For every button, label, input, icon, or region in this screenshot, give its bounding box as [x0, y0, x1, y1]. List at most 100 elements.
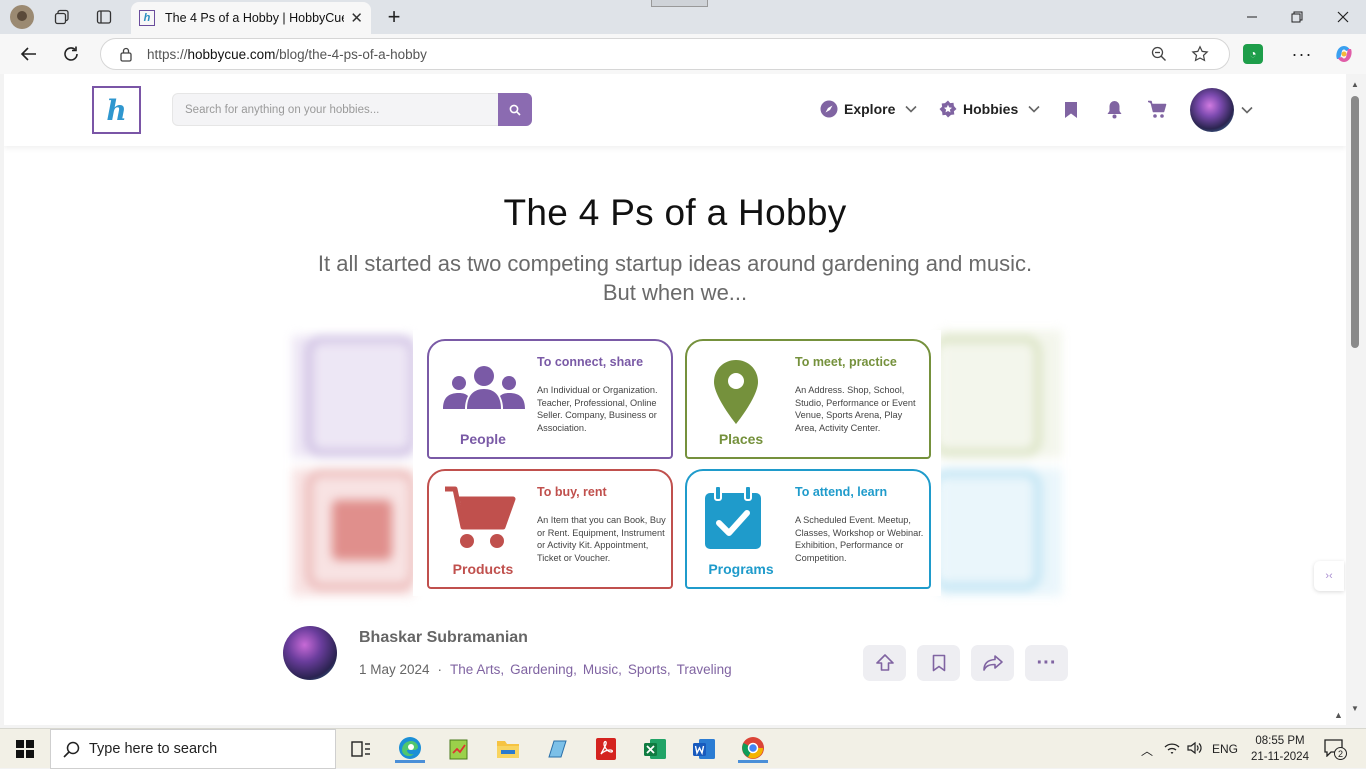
- card-products: Products To buy, rent An Item that you c…: [427, 469, 673, 589]
- card-places: Places To meet, practice An Address. Sho…: [685, 339, 931, 459]
- extension-icon[interactable]: ◔: [1243, 44, 1263, 64]
- active-tab[interactable]: h The 4 Ps of a Hobby | HobbyCue ✕: [131, 2, 371, 34]
- minimize-icon[interactable]: [1240, 5, 1264, 29]
- explore-label: Explore: [844, 101, 896, 117]
- network-icon[interactable]: [1164, 741, 1180, 760]
- search-icon: [509, 104, 521, 116]
- tag-link[interactable]: Gardening,: [510, 662, 577, 677]
- compass-icon: [820, 100, 838, 118]
- cart-icon[interactable]: [1147, 100, 1167, 124]
- file-explorer-icon[interactable]: [493, 735, 523, 763]
- refresh-icon[interactable]: [58, 41, 84, 67]
- search-button[interactable]: [498, 93, 532, 126]
- chevron-down-icon: [1028, 105, 1040, 113]
- author-avatar[interactable]: [283, 626, 337, 680]
- card-heading: To connect, share: [537, 355, 644, 369]
- notification-bell-icon[interactable]: [1106, 100, 1123, 124]
- url-domain: hobbycue.com: [187, 46, 276, 62]
- back-arrow-icon[interactable]: [16, 41, 42, 67]
- notification-center-icon[interactable]: 2: [1324, 739, 1347, 762]
- publish-date: 1 May 2024: [359, 662, 430, 677]
- card-text: An Individual or Organization. Teacher, …: [537, 385, 658, 433]
- close-tab-icon[interactable]: ✕: [350, 9, 363, 27]
- notepad-app-icon[interactable]: [444, 735, 474, 763]
- close-window-icon[interactable]: [1331, 5, 1355, 29]
- people-icon: [443, 366, 525, 409]
- tag-link[interactable]: Traveling: [677, 662, 732, 677]
- share-arrow-icon: [982, 655, 1003, 671]
- bookmark-button[interactable]: [917, 645, 960, 681]
- notification-count: 2: [1334, 747, 1347, 760]
- new-tab-icon[interactable]: +: [382, 4, 406, 29]
- edge-browser-icon[interactable]: [395, 735, 425, 763]
- clock-date: 21-11-2024: [1251, 751, 1309, 763]
- drag-handle[interactable]: [651, 0, 708, 7]
- hobbies-menu[interactable]: Hobbies: [939, 100, 1040, 118]
- zoom-out-icon[interactable]: [1151, 46, 1167, 62]
- page-scrollbar[interactable]: ▲ ▼: [1346, 74, 1366, 725]
- favorite-star-icon[interactable]: [1191, 45, 1209, 63]
- task-view-icon[interactable]: [346, 735, 376, 763]
- article-subtitle: It all started as two competing startup …: [317, 251, 1033, 305]
- tag-link[interactable]: The Arts,: [450, 662, 504, 677]
- tag-link[interactable]: Sports,: [628, 662, 671, 677]
- taskbar-search-input[interactable]: Type here to search: [50, 729, 336, 769]
- hobbycue-logo[interactable]: h: [92, 86, 141, 134]
- address-bar[interactable]: https://hobbycue.com/blog/the-4-ps-of-a-…: [100, 38, 1230, 70]
- taskbar-search-text: Type here to search: [89, 741, 218, 757]
- show-hidden-icons-icon[interactable]: ︿: [1141, 742, 1153, 759]
- card-text: A Scheduled Event. Meetup, Classes, Work…: [795, 515, 924, 563]
- browser-tab-bar: h The 4 Ps of a Hobby | HobbyCue ✕ +: [0, 0, 1366, 34]
- meta-separator: ·: [437, 662, 443, 677]
- excel-icon[interactable]: [640, 735, 670, 763]
- lock-icon[interactable]: [119, 46, 133, 62]
- scroll-down-icon[interactable]: ▼: [1351, 704, 1359, 713]
- web-page: h Search for anything on your hobbies...…: [4, 74, 1346, 725]
- windows-start-icon[interactable]: [10, 735, 40, 763]
- hobbies-badge-icon: [939, 100, 957, 118]
- share-button[interactable]: [971, 645, 1014, 681]
- profile-avatar[interactable]: [10, 5, 34, 29]
- blurred-left-edge: [292, 330, 416, 596]
- search-input[interactable]: Search for anything on your hobbies...: [172, 93, 532, 126]
- shopping-cart-icon: [445, 486, 516, 548]
- url-path: /blog/the-4-ps-of-a-hobby: [275, 46, 427, 62]
- chevron-down-icon[interactable]: [1241, 106, 1253, 114]
- user-avatar[interactable]: [1190, 88, 1234, 132]
- more-options-button[interactable]: ···: [1025, 645, 1068, 681]
- site-header: h Search for anything on your hobbies...…: [4, 74, 1346, 146]
- tab-actions-icon[interactable]: [92, 5, 116, 29]
- card-name: People: [460, 431, 506, 447]
- url-prefix: https://: [147, 46, 188, 62]
- restore-icon[interactable]: [1285, 5, 1309, 29]
- bookmark-icon[interactable]: [1064, 101, 1078, 124]
- snip-tool-icon[interactable]: [542, 735, 572, 763]
- upvote-button[interactable]: [863, 645, 906, 681]
- card-text: An Item that you can Book, Buy or Rent. …: [537, 515, 666, 563]
- workspaces-icon[interactable]: [50, 5, 74, 29]
- volume-icon[interactable]: [1187, 741, 1203, 760]
- scroll-top-icon[interactable]: ▲: [1334, 710, 1343, 720]
- hero-image-4ps: People To connect, share An Individual o…: [292, 330, 1062, 596]
- more-menu-icon[interactable]: ···: [1290, 42, 1314, 66]
- article-meta: 1 May 2024 · The Arts, Gardening, Music,…: [359, 662, 732, 677]
- explore-menu[interactable]: Explore: [820, 100, 917, 118]
- card-name: Places: [718, 431, 764, 447]
- scroll-up-icon[interactable]: ▲: [1351, 80, 1359, 89]
- calendar-check-icon: [705, 485, 761, 549]
- clock-time: 08:55 PM: [1255, 735, 1305, 747]
- scrollbar-thumb[interactable]: [1351, 96, 1359, 348]
- hobbies-label: Hobbies: [963, 101, 1019, 117]
- input-language[interactable]: ENG: [1212, 742, 1238, 756]
- chrome-icon[interactable]: [738, 735, 768, 763]
- acrobat-reader-icon[interactable]: [591, 735, 621, 763]
- four-ps-panel: People To connect, share An Individual o…: [413, 330, 941, 596]
- system-clock[interactable]: 08:55 PM 21-11-2024: [1248, 733, 1312, 765]
- card-heading: To buy, rent: [537, 485, 607, 499]
- tag-link[interactable]: Music,: [583, 662, 622, 677]
- copilot-icon[interactable]: [1332, 42, 1356, 66]
- word-icon[interactable]: [689, 735, 719, 763]
- author-name[interactable]: Bhaskar Subramanian: [359, 629, 528, 647]
- side-panel-toggle-icon[interactable]: ›‹: [1314, 561, 1344, 591]
- blurred-right-edge: [931, 330, 1062, 596]
